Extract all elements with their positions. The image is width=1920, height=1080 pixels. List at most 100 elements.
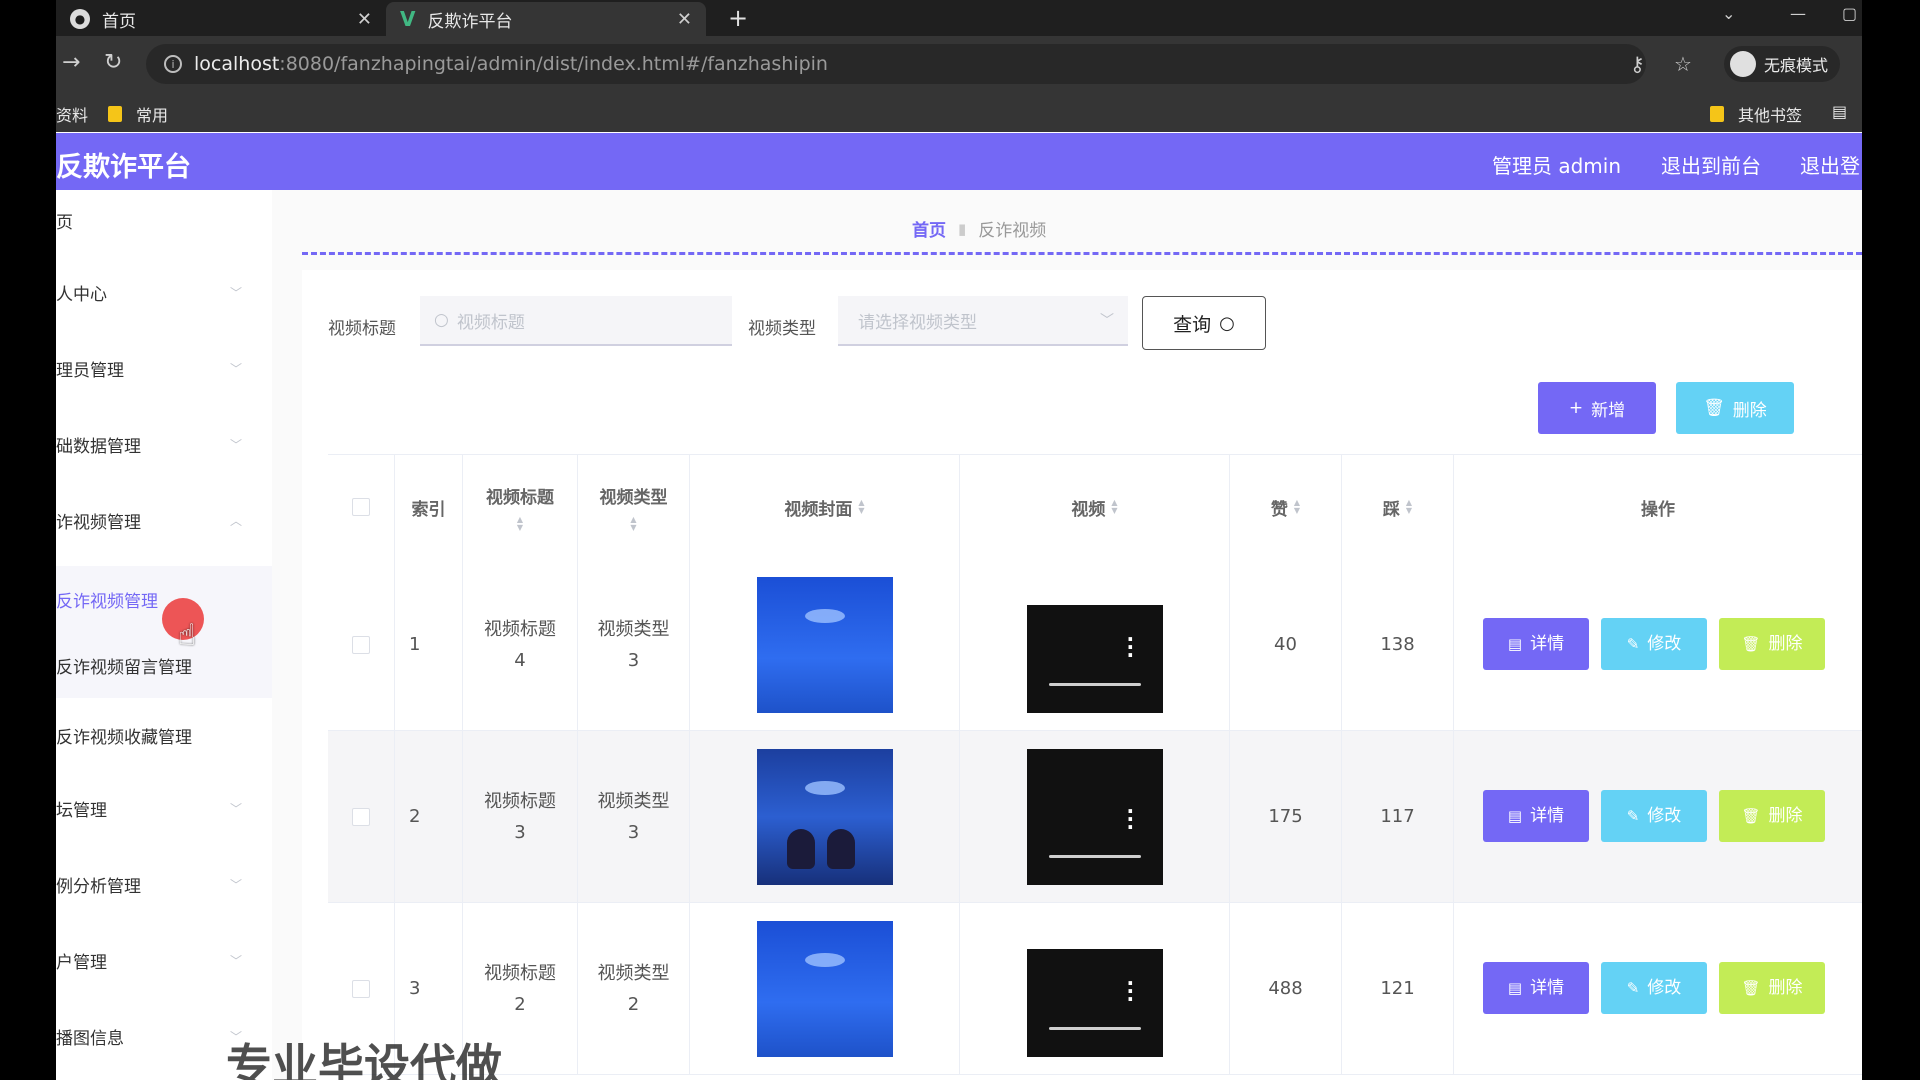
folder-icon — [1710, 106, 1724, 122]
sort-icon[interactable]: ▲ ▼ — [630, 515, 636, 532]
row-checkbox[interactable] — [352, 979, 370, 998]
detail-button[interactable]: ▤ 详情 — [1483, 618, 1589, 670]
breadcrumb-current: 反诈视频 — [978, 221, 1047, 241]
reload-icon[interactable]: ↻ — [104, 50, 122, 75]
row-title: 视频标题4 — [463, 559, 578, 730]
video-cover-image[interactable] — [756, 920, 893, 1057]
bookmark-item[interactable]: 资料 — [56, 102, 88, 126]
edit-button[interactable]: ✎ 修改 — [1601, 618, 1707, 670]
sidebar-item-case-analysis[interactable]: 例分析管理 ﹀ — [56, 854, 272, 914]
key-icon[interactable]: ⚷ — [1630, 52, 1645, 76]
sidebar-item-forum[interactable]: 坛管理 ﹀ — [56, 778, 272, 838]
column-actions: 操作 — [1454, 455, 1862, 559]
row-dislikes: 121 — [1342, 903, 1454, 1074]
back-to-front-link[interactable]: 退出到前台 — [1661, 150, 1761, 179]
query-button[interactable]: 查询 ○ — [1142, 296, 1266, 350]
sidebar-item-home[interactable]: 页 — [56, 190, 272, 250]
column-dislikes[interactable]: 踩 ▲ ▼ — [1342, 455, 1454, 559]
table-row: 1 视频标题4 视频类型3 · · · 40 138 ▤ 详情 ✎ 修改 🗑 删除 — [328, 559, 1862, 731]
detail-button[interactable]: ▤ 详情 — [1483, 790, 1589, 842]
address-bar[interactable]: i localhost :8080/fanzhapingtai/admin/di… — [146, 44, 1646, 84]
sort-icon[interactable]: ▲ ▼ — [1406, 499, 1412, 515]
title-search-input[interactable]: ○ 视频标题 — [420, 296, 732, 346]
more-options-icon[interactable]: · · · — [1127, 629, 1135, 665]
video-player[interactable]: · · · — [1026, 920, 1163, 1057]
new-tab-icon[interactable]: + — [728, 4, 748, 32]
video-cover-image[interactable] — [756, 576, 893, 713]
row-checkbox[interactable] — [352, 807, 370, 826]
sidebar-item-users[interactable]: 户管理 ﹀ — [56, 930, 272, 990]
video-player[interactable]: · · · — [1026, 748, 1163, 885]
sidebar-item-label: 反诈视频收藏管理 — [56, 727, 192, 748]
maximize-icon[interactable]: ▢ — [1842, 4, 1857, 23]
content-panel: 视频标题 ○ 视频标题 视频类型 请选择视频类型 ﹀ 查询 ○ + 新增 🗑 删… — [302, 270, 1862, 1080]
sidebar-item-admin[interactable]: 理员管理 ﹀ — [56, 338, 272, 398]
row-index: 2 — [395, 731, 463, 902]
other-bookmarks[interactable]: 其他书签 — [1710, 102, 1802, 126]
batch-delete-button[interactable]: 🗑 删除 — [1676, 382, 1794, 434]
bookmark-star-icon[interactable]: ☆ — [1674, 52, 1692, 76]
batch-delete-label: 删除 — [1732, 400, 1767, 421]
close-tab-icon[interactable]: ✕ — [357, 9, 372, 30]
document-icon: ▤ — [1507, 978, 1523, 997]
delete-button[interactable]: 🗑 删除 — [1719, 618, 1825, 670]
other-bookmarks-label: 其他书签 — [1738, 106, 1803, 125]
sidebar-item-label: 诈视频管理 — [56, 512, 141, 533]
close-tab-icon[interactable]: ✕ — [677, 9, 692, 30]
sort-icon[interactable]: ▲ ▼ — [1111, 499, 1117, 515]
forward-icon[interactable]: → — [62, 50, 80, 75]
column-likes[interactable]: 赞 ▲ ▼ — [1230, 455, 1342, 559]
add-button[interactable]: + 新增 — [1538, 382, 1656, 434]
hand-cursor-icon: ☝ — [178, 618, 197, 653]
url-path: :8080/fanzhapingtai/admin/dist/index.htm… — [279, 53, 828, 75]
edit-button[interactable]: ✎ 修改 — [1601, 962, 1707, 1014]
column-title[interactable]: 视频标题 ▲ ▼ — [463, 455, 578, 559]
video-cover-image[interactable] — [756, 748, 893, 885]
title-search-placeholder: 视频标题 — [456, 312, 525, 333]
edit-label: 修改 — [1647, 977, 1682, 998]
sidebar-item-profile[interactable]: 人中心 ﹀ — [56, 262, 272, 322]
breadcrumb-separator-icon: ▮ — [958, 219, 967, 238]
reading-list-icon[interactable]: ▤ — [1832, 102, 1847, 121]
sidebar-item-basic-data[interactable]: 础数据管理 ﹀ — [56, 414, 272, 474]
column-cover[interactable]: 视频封面 ▲ ▼ — [690, 455, 960, 559]
sort-icon[interactable]: ▲ ▼ — [1294, 499, 1300, 515]
more-options-icon[interactable]: · · · — [1127, 973, 1135, 1009]
type-select[interactable]: 请选择视频类型 ﹀ — [838, 296, 1128, 346]
edit-button[interactable]: ✎ 修改 — [1601, 790, 1707, 842]
breadcrumb-home[interactable]: 首页 — [912, 216, 946, 241]
select-all-checkbox[interactable] — [352, 498, 370, 516]
sidebar-item-video-mgmt[interactable]: 诈视频管理 ︿ — [56, 490, 272, 550]
trash-icon: 🗑 — [1741, 806, 1761, 825]
detail-button[interactable]: ▤ 详情 — [1483, 962, 1589, 1014]
delete-button[interactable]: 🗑 删除 — [1719, 790, 1825, 842]
site-info-icon[interactable]: i — [164, 55, 182, 73]
sidebar-subitem-video-comments[interactable]: 反诈视频留言管理 — [56, 632, 272, 698]
delete-button[interactable]: 🗑 删除 — [1719, 962, 1825, 1014]
title-filter-label: 视频标题 — [328, 319, 396, 339]
tab-search-icon[interactable]: ⌄ — [1722, 4, 1735, 23]
video-player[interactable]: · · · — [1026, 576, 1163, 713]
incognito-indicator[interactable]: 无痕模式 — [1724, 46, 1841, 82]
sort-icon[interactable]: ▲ ▼ — [517, 515, 523, 532]
sort-icon[interactable]: ▲ ▼ — [858, 499, 864, 515]
table-header: 索引 视频标题 ▲ ▼ 视频类型 ▲ ▼ 视频封面 ▲ ▼ 视频 ▲ ▼ 赞 ▲… — [328, 454, 1862, 560]
query-button-label: 查询 — [1173, 313, 1212, 336]
minimize-icon[interactable]: — — [1790, 4, 1806, 23]
chevron-down-icon: ﹀ — [229, 877, 242, 892]
logout-link[interactable]: 退出登 — [1800, 150, 1860, 179]
sidebar-subitem-video-favorites[interactable]: 反诈视频收藏管理 — [56, 702, 272, 768]
browser-tab-home[interactable]: ● 首页 ✕ — [56, 2, 386, 36]
bookmark-item[interactable]: 常用 — [108, 102, 168, 126]
more-options-icon[interactable]: · · · — [1127, 801, 1135, 837]
row-checkbox[interactable] — [352, 635, 370, 654]
globe-icon: ● — [70, 9, 90, 29]
sidebar-item-label: 理员管理 — [56, 360, 124, 381]
row-type: 视频类型3 — [578, 731, 690, 902]
incognito-icon — [1730, 51, 1756, 77]
browser-tab-platform[interactable]: V 反欺诈平台 ✕ — [386, 2, 706, 36]
edit-icon: ✎ — [1626, 978, 1640, 997]
column-video[interactable]: 视频 ▲ ▼ — [960, 455, 1230, 559]
row-title: 视频标题3 — [463, 731, 578, 902]
column-type[interactable]: 视频类型 ▲ ▼ — [578, 455, 690, 559]
